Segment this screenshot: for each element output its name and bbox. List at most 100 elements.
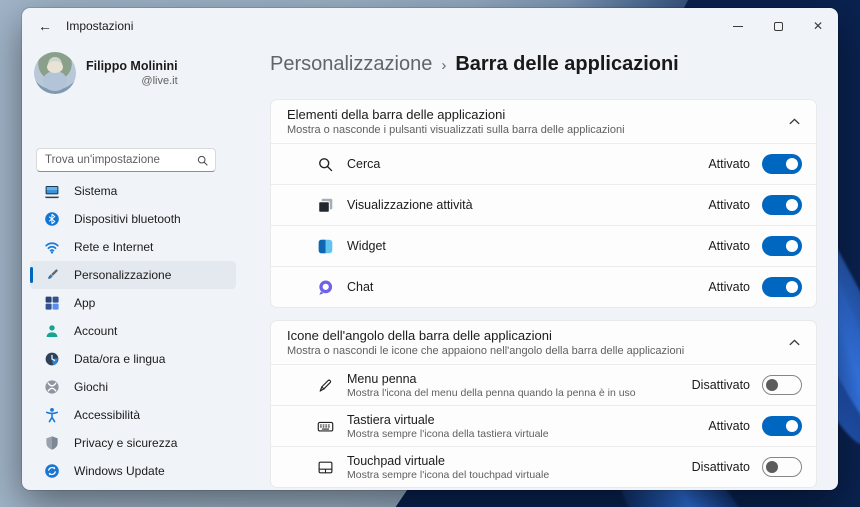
avatar[interactable] bbox=[34, 52, 76, 94]
section-title: Icone dell'angolo della barra delle appl… bbox=[287, 328, 552, 343]
settings-search[interactable] bbox=[36, 148, 216, 172]
toggle-status: Attivato bbox=[708, 280, 750, 294]
sidebar-item-label: App bbox=[74, 296, 96, 310]
breadcrumb-separator-icon: › bbox=[441, 57, 447, 74]
sidebar-item-sistema[interactable]: Sistema bbox=[30, 177, 236, 205]
setting-row-chat: Chat Attivato bbox=[271, 266, 816, 307]
user-account: @live.it bbox=[141, 75, 178, 87]
setting-label: Chat bbox=[347, 280, 374, 294]
setting-label: Cerca bbox=[347, 157, 381, 171]
sidebar-item-giochi[interactable]: Giochi bbox=[30, 373, 236, 401]
back-arrow-icon: ← bbox=[38, 18, 52, 34]
sidebar: Filippo Molinini @live.it Sistema Di bbox=[22, 44, 248, 490]
sidebar-item-label: Data/ora e lingua bbox=[74, 352, 166, 366]
setting-row-tastiera-virtuale: Tastiera virtuale Mostra sempre l'icona … bbox=[271, 405, 816, 446]
search-input[interactable] bbox=[45, 154, 196, 166]
user-card[interactable]: Filippo Molinini @live.it bbox=[86, 59, 178, 87]
minimize-button[interactable] bbox=[718, 8, 758, 44]
sidebar-item-label: Giochi bbox=[74, 380, 109, 394]
setting-description: Mostra sempre l'icona del touchpad virtu… bbox=[347, 468, 550, 481]
pen-icon bbox=[317, 377, 334, 394]
breadcrumb: Personalizzazione › Barra delle applicaz… bbox=[270, 53, 817, 85]
toggle-status: Attivato bbox=[708, 157, 750, 171]
setting-label: Touchpad virtuale bbox=[347, 453, 445, 468]
expander-header-text: Elementi della barra delle applicazioni … bbox=[287, 107, 777, 136]
windows-update-icon bbox=[44, 463, 60, 479]
toggle-status: Attivato bbox=[708, 419, 750, 433]
expander-taskbar-corner-icons: Icone dell'angolo della barra delle appl… bbox=[270, 320, 817, 488]
toggle-status: Attivato bbox=[708, 198, 750, 212]
back-button[interactable]: ← bbox=[30, 14, 60, 38]
window-title: Impostazioni bbox=[66, 19, 134, 33]
expander-taskbar-items: Elementi della barra delle applicazioni … bbox=[270, 99, 817, 308]
toggle-switch-widget[interactable] bbox=[762, 236, 802, 256]
close-button[interactable]: ✕ bbox=[798, 8, 838, 44]
expander-header-corner-icons[interactable]: Icone dell'angolo della barra delle appl… bbox=[271, 321, 816, 364]
setting-label: Tastiera virtuale bbox=[347, 412, 435, 427]
personalization-icon bbox=[44, 267, 60, 283]
setting-row-menu-penna: Menu penna Mostra l'icona del menu della… bbox=[271, 364, 816, 405]
maximize-button[interactable] bbox=[758, 8, 798, 44]
user-name: Filippo Molinini bbox=[86, 59, 178, 73]
sidebar-item-rete-e-internet[interactable]: Rete e Internet bbox=[30, 233, 236, 261]
sidebar-item-app[interactable]: App bbox=[30, 289, 236, 317]
sidebar-item-label: Sistema bbox=[74, 184, 118, 198]
touchpad-icon bbox=[317, 459, 334, 476]
setting-row-touchpad-virtuale: Touchpad virtuale Mostra sempre l'icona … bbox=[271, 446, 816, 487]
setting-description: Mostra l'icona del menu della penna quan… bbox=[347, 386, 636, 399]
setting-row-cerca: Cerca Attivato bbox=[271, 143, 816, 184]
sidebar-item-label: Rete e Internet bbox=[74, 240, 154, 254]
apps-icon bbox=[44, 295, 60, 311]
sidebar-item-personalizzazione[interactable]: Personalizzazione bbox=[30, 261, 236, 289]
sidebar-item-dispositivi-bluetooth[interactable]: Dispositivi bluetooth bbox=[30, 205, 236, 233]
minimize-icon bbox=[733, 25, 743, 27]
privacy-shield-icon bbox=[44, 435, 60, 451]
system-icon bbox=[44, 183, 60, 199]
titlebar: ← Impostazioni ✕ bbox=[22, 8, 838, 44]
sidebar-item-label: Windows Update bbox=[74, 464, 165, 478]
sidebar-item-data-ora-e-lingua[interactable]: Data/ora e lingua bbox=[30, 345, 236, 373]
time-language-icon bbox=[44, 351, 60, 367]
setting-label: Widget bbox=[347, 239, 386, 253]
settings-window: ← Impostazioni ✕ Filippo Molinini @live.… bbox=[22, 8, 838, 490]
gaming-xbox-icon bbox=[44, 379, 60, 395]
chat-icon bbox=[317, 279, 334, 296]
maximize-icon bbox=[773, 21, 783, 31]
bluetooth-icon bbox=[44, 211, 60, 227]
search-icon bbox=[197, 155, 208, 166]
section-subtitle: Mostra o nasconde i pulsanti visualizzat… bbox=[287, 124, 625, 136]
toggle-switch-tastiera-virtuale[interactable] bbox=[762, 416, 802, 436]
toggle-switch-menu-penna[interactable] bbox=[762, 375, 802, 395]
expander-header-taskbar-items[interactable]: Elementi della barra delle applicazioni … bbox=[271, 100, 816, 143]
expander-header-text: Icone dell'angolo della barra delle appl… bbox=[287, 328, 777, 357]
widgets-icon bbox=[317, 238, 334, 255]
account-icon bbox=[44, 323, 60, 339]
window-controls: ✕ bbox=[718, 8, 838, 44]
task-view-icon bbox=[317, 197, 334, 214]
toggle-switch-touchpad-virtuale[interactable] bbox=[762, 457, 802, 477]
sidebar-item-label: Accessibilità bbox=[74, 408, 141, 422]
toggle-status: Disattivato bbox=[691, 460, 750, 474]
chevron-up-icon bbox=[789, 118, 800, 125]
sidebar-item-label: Privacy e sicurezza bbox=[74, 436, 178, 450]
sidebar-item-label: Dispositivi bluetooth bbox=[74, 212, 181, 226]
keyboard-icon bbox=[317, 418, 334, 435]
breadcrumb-parent[interactable]: Personalizzazione bbox=[270, 53, 432, 76]
sidebar-item-account[interactable]: Account bbox=[30, 317, 236, 345]
setting-row-widget: Widget Attivato bbox=[271, 225, 816, 266]
toggle-status: Attivato bbox=[708, 239, 750, 253]
sidebar-item-privacy-e-sicurezza[interactable]: Privacy e sicurezza bbox=[30, 429, 236, 457]
chevron-up-icon bbox=[789, 339, 800, 346]
setting-description: Mostra sempre l'icona della tastiera vir… bbox=[347, 427, 549, 440]
toggle-switch-cerca[interactable] bbox=[762, 154, 802, 174]
sidebar-item-accessibilita[interactable]: Accessibilità bbox=[30, 401, 236, 429]
setting-label: Menu penna bbox=[347, 371, 417, 386]
toggle-switch-visualizzazione-attivita[interactable] bbox=[762, 195, 802, 215]
toggle-status: Disattivato bbox=[691, 378, 750, 392]
setting-row-visualizzazione-attivita: Visualizzazione attività Attivato bbox=[271, 184, 816, 225]
page-title: Barra delle applicazioni bbox=[455, 53, 679, 75]
main-content: Personalizzazione › Barra delle applicaz… bbox=[248, 44, 838, 490]
toggle-switch-chat[interactable] bbox=[762, 277, 802, 297]
sidebar-item-windows-update[interactable]: Windows Update bbox=[30, 457, 236, 485]
accessibility-icon bbox=[44, 407, 60, 423]
